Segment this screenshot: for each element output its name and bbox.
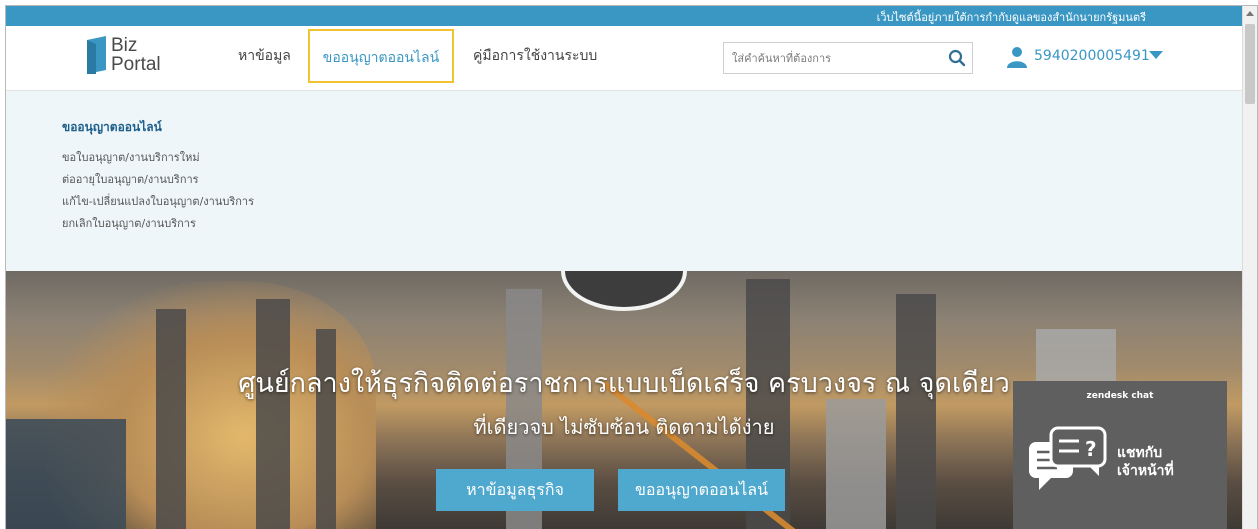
online-permit-button[interactable]: ขออนุญาตออนไลน์ <box>618 469 785 511</box>
bizportal-logo-icon <box>87 36 106 74</box>
menu-item-new-permit[interactable]: ขอใบอนุญาต/งานบริการใหม่ <box>62 148 200 166</box>
menu-item-renew-permit[interactable]: ต่ออายุใบอนุญาต/งานบริการ <box>62 170 199 188</box>
chat-bubble-icon: ? <box>1029 426 1107 490</box>
find-business-info-button[interactable]: หาข้อมูลธุรกิจ <box>436 469 594 511</box>
menu-item-edit-permit[interactable]: แก้ไข-เปลี่ยนแปลงใบอนุญาต/งานบริการ <box>62 192 254 210</box>
user-id: 5940200005491 <box>1034 48 1150 64</box>
scroll-up-arrow-icon[interactable] <box>1246 11 1254 16</box>
government-seal-emblem <box>561 271 687 311</box>
online-permit-mega-menu: ขออนุญาตออนไลน์ ขอใบอนุญาต/งานบริการใหม่… <box>6 91 1242 271</box>
search-icon[interactable] <box>948 49 966 67</box>
government-notice-bar: เว็บไซต์นี้อยู่ภายใต้การกำกับดูแลของสำนั… <box>6 6 1242 26</box>
bizportal-logo[interactable]: Biz Portal <box>84 35 174 78</box>
logo-text-portal: Portal <box>111 54 161 75</box>
search-box <box>723 42 973 74</box>
site-header: Biz Portal หาข้อมูล ขออนุญาตออนไลน์ คู่ม… <box>6 26 1242 91</box>
vertical-scrollbar[interactable] <box>1242 6 1257 529</box>
zendesk-chat-widget[interactable]: zendesk chat ? แชทกับ เจ้าหน้าที่ <box>1013 381 1227 529</box>
chat-label: แชทกับ เจ้าหน้าที่ <box>1117 444 1174 480</box>
caret-down-icon[interactable] <box>1149 51 1163 60</box>
nav-find-info[interactable]: หาข้อมูล <box>238 26 291 86</box>
svg-text:?: ? <box>1085 437 1097 461</box>
menu-item-cancel-permit[interactable]: ยกเลิกใบอนุญาต/งานบริการ <box>62 214 196 232</box>
scrollbar-thumb[interactable] <box>1245 24 1255 104</box>
search-input[interactable] <box>724 43 944 73</box>
mega-menu-title[interactable]: ขออนุญาตออนไลน์ <box>62 118 162 137</box>
government-notice-text: เว็บไซต์นี้อยู่ภายใต้การกำกับดูแลของสำนั… <box>876 11 1146 24</box>
browser-viewport: เว็บไซต์นี้อยู่ภายใต้การกำกับดูแลของสำนั… <box>5 5 1258 529</box>
chat-label-line1: แชทกับ <box>1117 445 1163 461</box>
nav-online-permit[interactable]: ขออนุญาตออนไลน์ <box>308 29 454 83</box>
chat-label-line2: เจ้าหน้าที่ <box>1117 463 1174 479</box>
nav-user-manual[interactable]: คู่มือการใช้งานระบบ <box>473 26 597 86</box>
chat-brand-label: zendesk chat <box>1086 391 1154 401</box>
user-icon <box>1007 47 1027 68</box>
